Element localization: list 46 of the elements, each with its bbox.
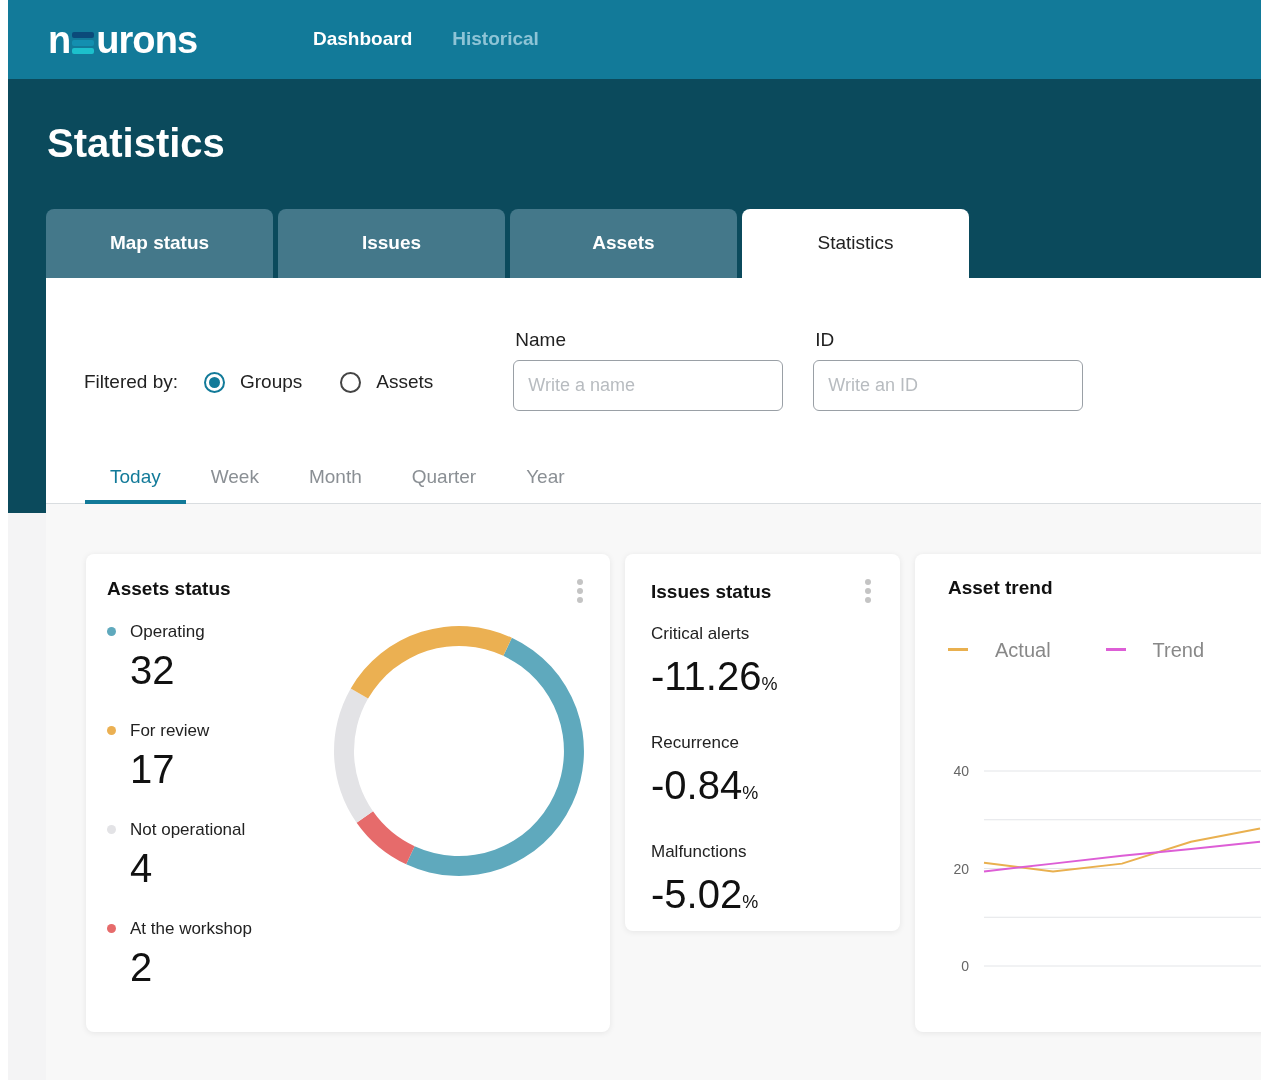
status-label: At the workshop bbox=[130, 919, 252, 937]
filter-label: Filtered by: bbox=[84, 370, 178, 394]
field-label: ID bbox=[814, 328, 836, 352]
metric-label: Critical alerts bbox=[651, 624, 751, 642]
legend-line bbox=[948, 648, 968, 651]
status-label: For review bbox=[130, 721, 210, 739]
metric-label: Recurrence bbox=[651, 733, 740, 751]
tab[interactable]: Map status bbox=[46, 209, 273, 278]
status-count: 2 bbox=[130, 946, 154, 987]
axis-label: 0 bbox=[961, 957, 969, 974]
status-label: Not operational bbox=[130, 820, 246, 838]
legend-label: Trend bbox=[1152, 637, 1205, 663]
legend-line bbox=[1105, 648, 1126, 651]
bars-icon bbox=[72, 31, 95, 54]
card-title: Issues status bbox=[651, 581, 772, 601]
tab[interactable]: Assets bbox=[510, 209, 737, 278]
input-field[interactable]: Write a name bbox=[513, 359, 784, 411]
tab[interactable]: Statistics bbox=[742, 209, 969, 278]
metric-value: -11.26% bbox=[651, 655, 779, 696]
axis-label: 40 bbox=[953, 762, 969, 779]
period-tab[interactable]: Year bbox=[501, 454, 590, 504]
radio-label[interactable]: Assets bbox=[376, 368, 434, 397]
metric-value: -0.84% bbox=[651, 764, 760, 805]
status-label: Operating bbox=[130, 622, 205, 640]
radio-label[interactable]: Groups bbox=[240, 368, 303, 397]
period-tab[interactable]: Month bbox=[283, 454, 387, 504]
field-label: Name bbox=[514, 328, 567, 352]
metric-value: -5.02% bbox=[651, 873, 760, 914]
page-title: Statistics bbox=[46, 120, 226, 167]
nav-link[interactable]: Historical bbox=[452, 25, 539, 54]
status-count: 4 bbox=[130, 847, 154, 888]
input-field[interactable]: Write an ID bbox=[813, 359, 1084, 411]
period-tab[interactable]: Week bbox=[185, 454, 284, 504]
legend-label: Actual bbox=[995, 637, 1051, 663]
logo[interactable]: n urons bbox=[48, 20, 313, 59]
status-count: 32 bbox=[130, 649, 176, 690]
radio-button[interactable] bbox=[204, 371, 225, 393]
status-count: 17 bbox=[130, 748, 176, 789]
card-title: Assets status bbox=[107, 578, 231, 598]
period-tab[interactable]: Quarter bbox=[386, 454, 502, 504]
axis-label: 20 bbox=[953, 860, 969, 876]
radio-button[interactable] bbox=[340, 371, 362, 393]
metric-label: Malfunctions bbox=[651, 842, 748, 860]
tab[interactable]: Issues bbox=[278, 209, 505, 278]
card-title: Asset trend bbox=[948, 577, 1053, 597]
nav-link[interactable]: Dashboard bbox=[313, 25, 413, 54]
